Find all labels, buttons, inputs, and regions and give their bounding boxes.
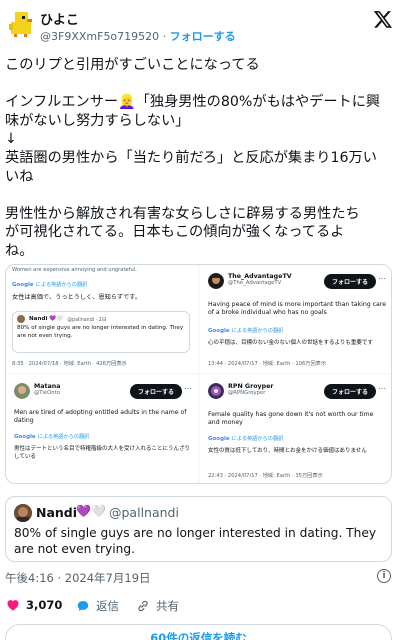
quoted-text: 80% of single guys are no longer interes… xyxy=(14,526,377,556)
cell3-text: Men are tired of adopting entitled adult… xyxy=(14,409,187,424)
more-icon[interactable]: ⋯ xyxy=(184,384,192,393)
author-handle-row: @3F9XXmF5o719520 · フォローする xyxy=(40,28,236,44)
cell2-author: The_AdvantageTV @The_AdvantageTV xyxy=(228,273,292,286)
media-grid[interactable]: Women are expensive annoying and ungrate… xyxy=(5,264,392,484)
tweet-line: ね。 xyxy=(5,242,34,259)
google-logo: Google xyxy=(208,435,230,442)
tweet-line: インフルエンサー👱‍♀️「独身男性の80%がもはやデートに興 xyxy=(5,94,381,111)
translation-credit: Google による英語からの翻訳 xyxy=(12,281,88,289)
cell2-follow-button[interactable]: フォローする xyxy=(324,274,377,289)
tweet-line: 男性性から解放され有害な女らしさに辟易する男性たち xyxy=(5,205,360,222)
cell3-follow-button[interactable]: フォローする xyxy=(130,384,183,399)
author-handle[interactable]: @3F9XXmF5o719520 xyxy=(40,30,159,43)
heart-emoji-icon: 💜🤍 xyxy=(76,504,106,518)
cell2-meta: 13:44 · 2024/07/17 · 地域: Earth · 106万回表示 xyxy=(208,361,327,367)
read-replies-button[interactable]: 60件の返信を読む xyxy=(5,624,392,640)
follow-link[interactable]: フォローする xyxy=(170,30,236,43)
tweet-line: ↓ xyxy=(5,131,17,148)
quoted-name[interactable]: Nandi xyxy=(36,505,77,520)
cell4-author: RPN Groyper @RPNGroyper xyxy=(228,383,274,396)
cell4-meta: 22:43 · 2024/07/17 · 地域: Earth · 35万回表示 xyxy=(208,473,323,479)
tweet-line: 英語圏の男性から「当たり前だろ」と反応が集まり16万い xyxy=(5,149,377,166)
cell1-quoted-tweet[interactable]: Nandi 💜🤍 @pallnandi · 2日 80% of single g… xyxy=(12,311,190,353)
cell1-translation: 女性は高価で、うっとうしく、恩知らずです。 xyxy=(12,294,141,301)
media-image-1[interactable]: Women are expensive annoying and ungrate… xyxy=(6,265,198,373)
translated-by[interactable]: による英語からの翻訳 xyxy=(232,435,284,442)
cell3-author: Matana @TieOnto xyxy=(34,383,61,396)
heart-icon xyxy=(7,600,19,611)
cell3-name: Matana xyxy=(34,383,61,390)
cell4-translation: 女性の質は低下しており、時間とお金をかける価値はありません xyxy=(208,448,367,454)
cell2-handle: @The_AdvantageTV xyxy=(228,280,282,286)
tweet-timestamp[interactable]: 午後4:16 · 2024年7月19日 xyxy=(5,570,151,586)
quoted-handle[interactable]: @pallnandi xyxy=(109,505,179,520)
cell2-name: The_AdvantageTV xyxy=(228,273,292,280)
cell1-meta: 8:35 · 2024/07/18 · 地域: Earth · 426万回表示 xyxy=(12,361,127,367)
translated-by[interactable]: による英語からの翻訳 xyxy=(232,327,284,334)
media-image-2[interactable]: The_AdvantageTV @The_AdvantageTV フォローする … xyxy=(200,265,391,373)
cell2-translation: 心の平穏は、目標のない金のない個人の世話をするよりも重要です xyxy=(208,340,373,346)
author-name[interactable]: ひよこ xyxy=(40,9,79,28)
separator: · xyxy=(162,30,167,43)
share-button[interactable]: 共有 xyxy=(136,598,179,614)
cell3-avatar xyxy=(14,383,30,399)
reply-bubble-icon xyxy=(77,601,89,611)
tweet-header: ひよこ @3F9XXmF5o719520 · フォローする xyxy=(0,0,403,48)
google-logo: Google xyxy=(208,327,230,334)
tweet-line: いね xyxy=(5,168,34,185)
translation-credit: Google による英語からの翻訳 xyxy=(208,327,284,335)
reply-label: 返信 xyxy=(96,599,119,613)
quoted-text: 80% of single guys are no longer interes… xyxy=(17,325,184,339)
cell3-translation: 男性はデートという名目で特権階級の大人を受け入れることにうんざりしている xyxy=(14,446,191,460)
cell4-name: RPN Groyper xyxy=(228,383,274,390)
quoted-name: Nandi 💜🤍 xyxy=(29,316,64,322)
translated-by[interactable]: による英語からの翻訳 xyxy=(38,433,90,440)
like-button[interactable]: 3,070 xyxy=(6,598,62,612)
tweet-line: が可視化されてる。日本もこの傾向が強くなってるよ xyxy=(5,224,345,241)
cell4-handle: @RPNGroyper xyxy=(228,390,266,396)
media-image-3[interactable]: Matana @TieOnto フォローする ⋯ Men are tired o… xyxy=(6,375,198,483)
more-icon[interactable]: ⋯ xyxy=(378,384,386,393)
x-logo-icon[interactable] xyxy=(373,9,393,29)
avatar[interactable] xyxy=(6,8,36,38)
cell3-handle: @TieOnto xyxy=(34,390,60,396)
quoted-tweet[interactable]: Nandi 💜🤍 @pallnandi 80% of single guys a… xyxy=(5,496,392,562)
cell4-text: Female quality has gone down it's not wo… xyxy=(208,411,374,426)
reply-button[interactable]: 返信 xyxy=(76,598,119,614)
translation-credit: Google による英語からの翻訳 xyxy=(14,433,90,441)
share-label: 共有 xyxy=(156,599,179,613)
tweet-body: このリプと引用がすごいことになってる インフルエンサー👱‍♀️「独身男性の80%… xyxy=(5,56,397,261)
google-logo: Google xyxy=(12,281,34,288)
cell1-top-text: Women are expensive annoying and ungrate… xyxy=(12,267,137,273)
cell4-follow-button[interactable]: フォローする xyxy=(324,384,377,399)
like-count: 3,070 xyxy=(26,598,63,612)
action-bar: 3,070 返信 共有 xyxy=(0,594,403,618)
quoted-avatar[interactable] xyxy=(14,504,32,522)
cell2-text: Having peace of mind is more important t… xyxy=(208,301,387,316)
cell4-avatar xyxy=(208,383,224,399)
quoted-handle: @pallnandi · 2日 xyxy=(67,317,107,323)
tweet-line: 味がないし努力すらしない」 xyxy=(5,112,190,129)
info-icon[interactable]: i xyxy=(377,569,391,583)
cell2-avatar xyxy=(208,273,224,289)
share-link-icon xyxy=(138,600,148,612)
translated-by[interactable]: による英語からの翻訳 xyxy=(36,281,88,288)
tweet-line-blank xyxy=(5,75,397,94)
google-logo: Google xyxy=(14,433,36,440)
tweet-line: このリプと引用がすごいことになってる xyxy=(5,57,260,73)
quoted-avatar xyxy=(17,315,25,323)
media-image-4[interactable]: RPN Groyper @RPNGroyper フォローする ⋯ Female … xyxy=(200,375,391,483)
translation-credit: Google による英語からの翻訳 xyxy=(208,435,284,443)
tweet-line-blank xyxy=(5,186,397,205)
more-icon[interactable]: ⋯ xyxy=(378,274,386,283)
